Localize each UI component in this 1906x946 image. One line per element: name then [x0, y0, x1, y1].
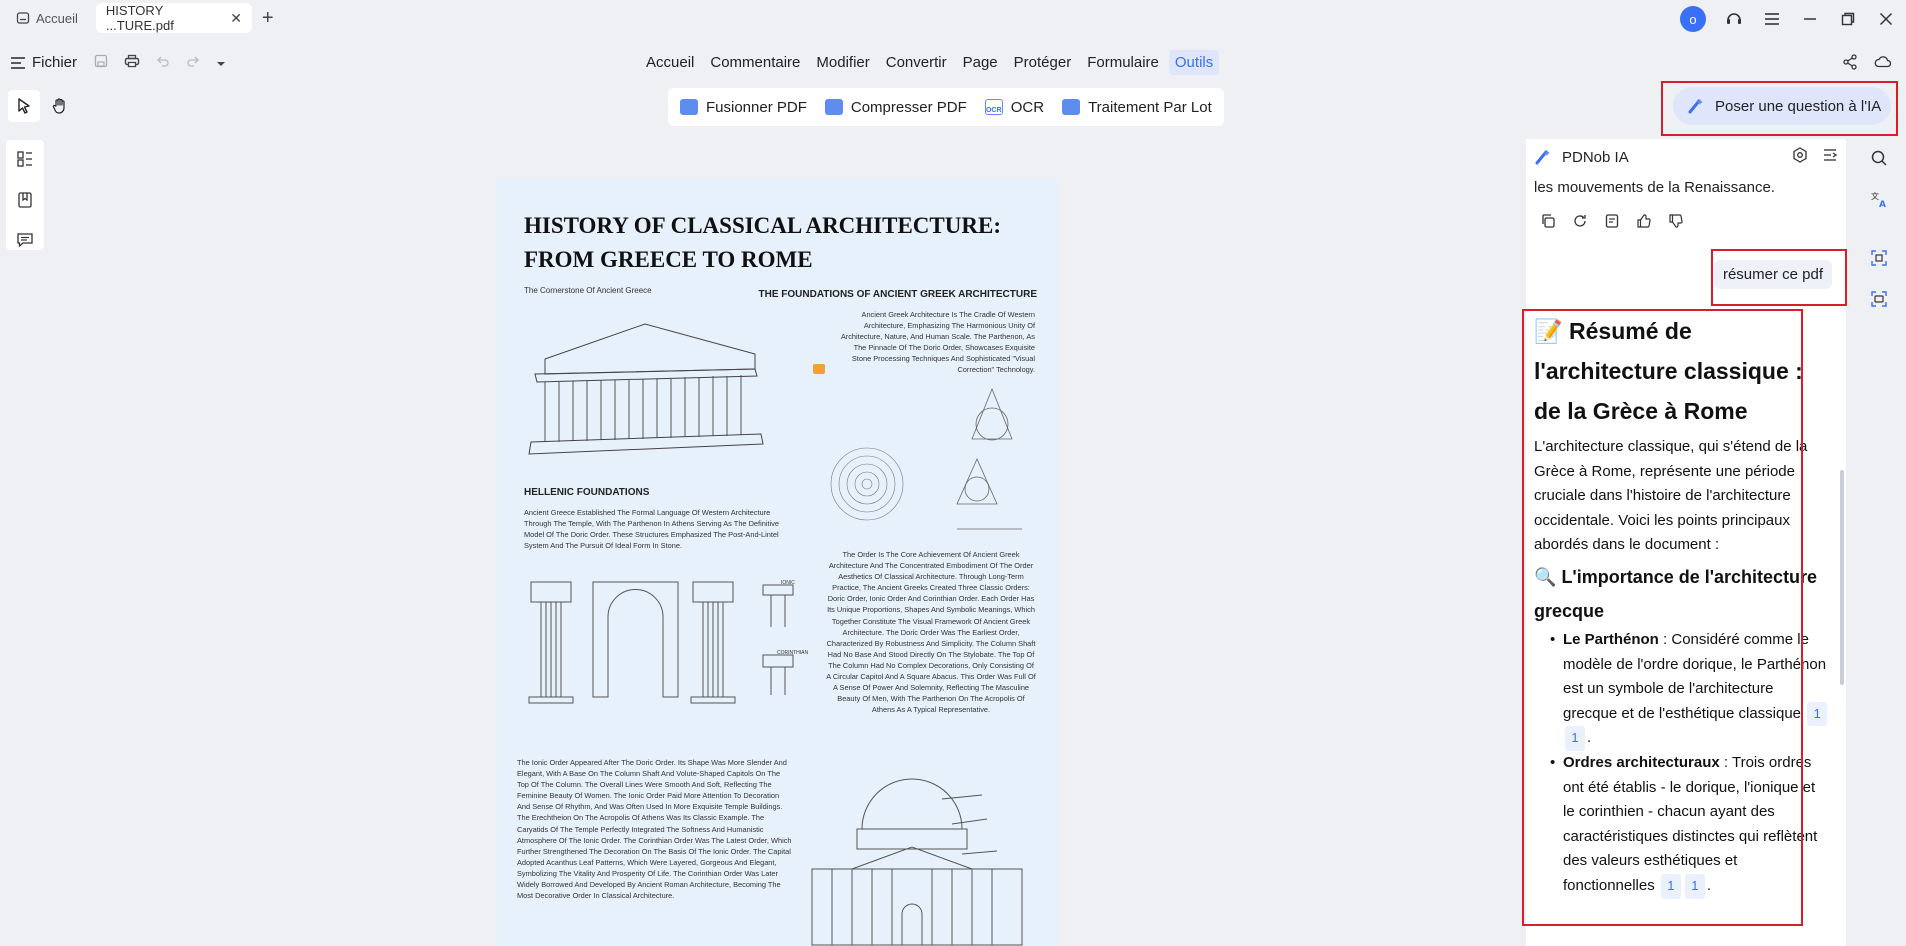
label-ionic: IONIC	[781, 580, 795, 586]
hand-icon[interactable]	[44, 90, 76, 122]
message-actions	[1540, 213, 1684, 234]
chat-title: PDNob IA	[1562, 148, 1629, 166]
svg-text:文: 文	[1871, 191, 1879, 201]
file-menu[interactable]: Fichier	[10, 54, 77, 71]
title-bar: Accueil HISTORY ...TURE.pdf ✕ + o	[0, 0, 1906, 36]
share-icon[interactable]	[1842, 54, 1858, 75]
domed-building-illustration	[811, 778, 1023, 946]
tab-document[interactable]: HISTORY ...TURE.pdf ✕	[95, 3, 252, 33]
ocr-icon: OCR	[984, 99, 1003, 115]
main-menu: Accueil Commentaire Modifier Convertir P…	[640, 50, 1220, 75]
ai-sparkle-icon	[1535, 150, 1550, 165]
pointer-tools	[8, 90, 80, 122]
reference-link[interactable]: 1	[1807, 701, 1828, 727]
tab-document-label: HISTORY ...TURE.pdf	[105, 3, 174, 33]
collapse-icon[interactable]	[1822, 147, 1838, 168]
geometry-diagrams	[830, 387, 1022, 530]
menu-accueil[interactable]: Accueil	[640, 50, 700, 75]
ocr-button[interactable]: OCR OCR	[984, 98, 1045, 116]
parthenon-illustration	[528, 323, 764, 455]
cloud-icon[interactable]	[1874, 54, 1892, 75]
batch-process-button[interactable]: Traitement Par Lot	[1062, 99, 1212, 116]
maximize-icon[interactable]	[1838, 9, 1858, 29]
bookmark-icon[interactable]	[17, 191, 33, 214]
menu-formulaire[interactable]: Formulaire	[1081, 50, 1165, 75]
window-close-icon[interactable]	[1876, 9, 1896, 29]
avatar[interactable]: o	[1680, 6, 1706, 32]
file-menu-label: Fichier	[32, 54, 78, 71]
thumb-down-icon[interactable]	[1668, 213, 1684, 234]
search-icon[interactable]	[1870, 149, 1888, 172]
close-icon[interactable]: ✕	[230, 10, 242, 27]
compress-pdf-label: Compresser PDF	[850, 98, 967, 116]
menu-commentaire[interactable]: Commentaire	[704, 50, 806, 75]
pdf-page: HISTORY OF CLASSICAL ARCHITECTURE: FROM …	[497, 179, 1059, 946]
doc-section-title-foundations: THE FOUNDATIONS OF ANCIENT GREEK ARCHITE…	[758, 289, 1037, 300]
merge-pdf-label: Fusionner PDF	[706, 98, 807, 116]
doc-subtitle: The Cornerstone Of Ancient Greece	[524, 286, 652, 295]
menu-bar: Fichier Accueil Commentaire Modifier Con…	[0, 44, 1906, 84]
cursor-icon[interactable]	[8, 90, 40, 122]
plus-icon[interactable]: +	[262, 7, 274, 30]
redo-icon[interactable]	[186, 54, 200, 73]
doc-paragraph-foundations: Ancient Greek Architecture Is The Cradle…	[840, 310, 1035, 375]
menu-modifier[interactable]: Modifier	[810, 50, 875, 75]
chat-pdf-icon[interactable]	[1870, 290, 1888, 313]
tab-home[interactable]: Accueil	[6, 3, 88, 33]
refresh-icon[interactable]	[1572, 213, 1588, 234]
right-tool-rail: 文A	[1858, 139, 1900, 307]
merge-icon	[680, 99, 698, 115]
batch-icon	[1062, 99, 1081, 115]
highlight-box-answer	[1522, 309, 1803, 926]
copy-icon[interactable]	[1540, 213, 1556, 234]
doc-paragraph-orders: The Order Is The Core Achievement Of Anc…	[826, 550, 1036, 715]
comment-icon[interactable]	[16, 232, 34, 253]
menu-page[interactable]: Page	[957, 50, 1004, 75]
doc-section-title-hellenic: HELLENIC FOUNDATIONS	[524, 487, 650, 498]
compress-icon	[824, 99, 843, 115]
highlight-box-user-message	[1711, 249, 1847, 306]
hamburger-icon	[11, 56, 25, 69]
merge-pdf-button[interactable]: Fusionner PDF	[680, 99, 807, 116]
settings-icon[interactable]	[1792, 147, 1808, 168]
menu-convertir[interactable]: Convertir	[880, 50, 953, 75]
chevron-down-icon[interactable]	[216, 55, 226, 73]
ocr-label: OCR	[1010, 98, 1045, 116]
svg-text:A: A	[1879, 200, 1886, 208]
previous-message-text: les mouvements de la Renaissance.	[1534, 179, 1775, 196]
left-sidebar	[6, 140, 44, 250]
print-icon[interactable]	[124, 54, 140, 73]
menu-outils[interactable]: Outils	[1168, 50, 1220, 75]
tab-home-label: Accueil	[36, 10, 78, 26]
hamburger-icon[interactable]	[1762, 9, 1782, 29]
doc-title: HISTORY OF CLASSICAL ARCHITECTURE: FROM …	[524, 213, 1001, 272]
tools-toolbar: Fusionner PDF Compresser PDF OCR OCR Tra…	[668, 88, 1224, 126]
save-icon[interactable]	[94, 54, 108, 73]
label-corinthian: CORINTHIAN	[777, 650, 809, 656]
thumb-up-icon[interactable]	[1636, 213, 1652, 234]
compress-pdf-button[interactable]: Compresser PDF	[824, 98, 967, 116]
undo-icon[interactable]	[156, 54, 170, 73]
highlight-box-ask-ai	[1661, 81, 1898, 136]
minimize-icon[interactable]	[1800, 9, 1820, 29]
scan-icon[interactable]	[1870, 249, 1888, 272]
thumbnails-icon[interactable]	[16, 150, 34, 173]
doc-paragraph-ionic-corinthian: The Ionic Order Appeared After The Doric…	[517, 758, 792, 901]
columns-illustration	[528, 581, 794, 704]
note-icon[interactable]	[1604, 213, 1620, 234]
batch-process-label: Traitement Par Lot	[1088, 98, 1212, 116]
doc-paragraph-hellenic: Ancient Greece Established The Formal La…	[524, 508, 779, 551]
home-icon	[16, 12, 30, 24]
headset-icon[interactable]	[1724, 9, 1744, 29]
translate-icon[interactable]: 文A	[1870, 190, 1888, 213]
note-icon[interactable]	[813, 364, 825, 374]
chat-scrollbar[interactable]	[1840, 470, 1844, 685]
menu-proteger[interactable]: Protéger	[1008, 50, 1078, 75]
